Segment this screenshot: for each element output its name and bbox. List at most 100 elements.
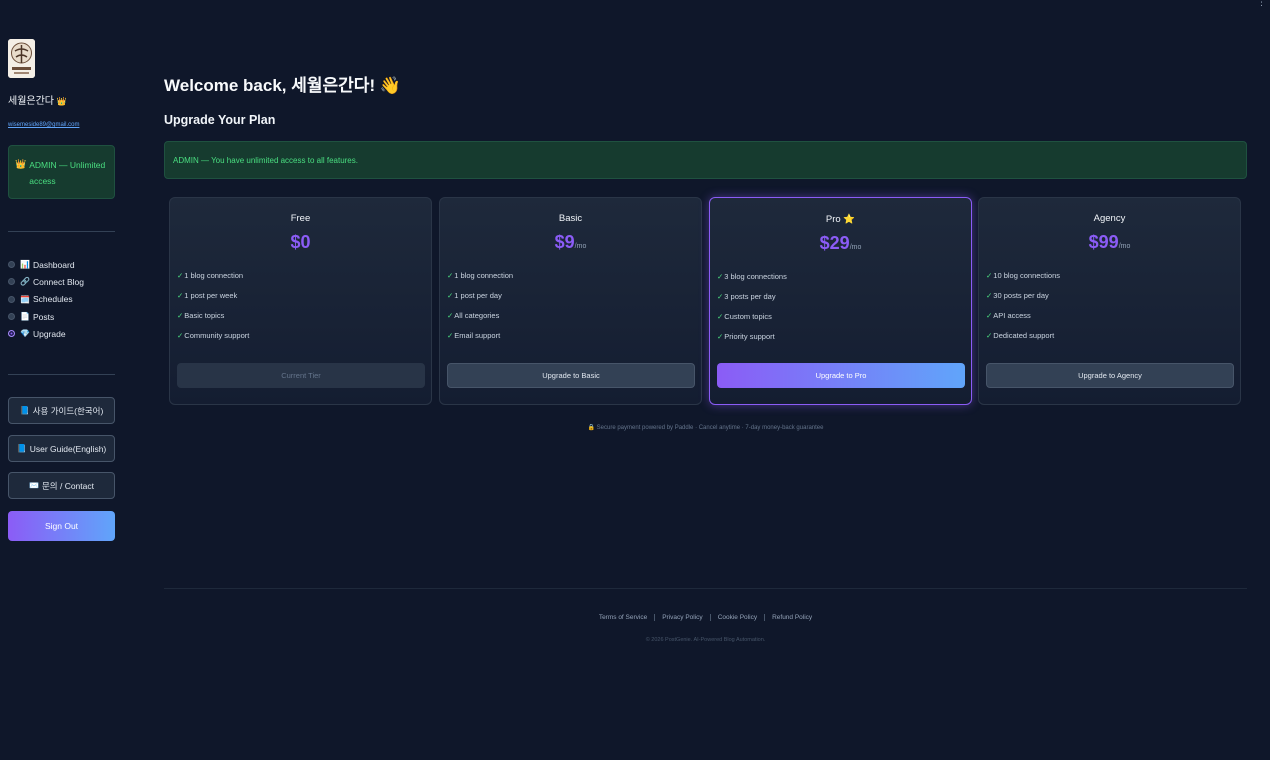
check-icon: ✓ bbox=[986, 271, 993, 280]
feature-item: ✓1 post per day bbox=[447, 291, 513, 311]
sidebar: 세월은간다 👑 wisemeside89@gmail.com 👑 ADMIN —… bbox=[0, 0, 124, 760]
link-icon: 🔗 bbox=[20, 277, 30, 287]
plan-name: Agency bbox=[1093, 213, 1126, 224]
avatar bbox=[8, 39, 35, 78]
feature-text: 1 blog connection bbox=[454, 271, 514, 280]
feature-text: 1 post per day bbox=[454, 291, 502, 300]
check-icon: ✓ bbox=[447, 271, 454, 280]
feature-text: Custom topics bbox=[724, 312, 772, 321]
footer-link-terms[interactable]: Terms of Service bbox=[592, 614, 654, 621]
feature-text: 1 post per week bbox=[184, 291, 238, 300]
secure-payment-note: 🔒 Secure payment powered by Paddle · Can… bbox=[587, 425, 824, 431]
username: 세월은간다 👑 bbox=[8, 92, 67, 107]
user-guide-korean-button[interactable]: 📘 사용 가이드(한국어) bbox=[8, 397, 115, 424]
user-email: wisemeside89@gmail.com bbox=[8, 122, 80, 128]
feature-item: ✓Basic topics bbox=[177, 311, 249, 331]
plan-price: $0 bbox=[170, 232, 431, 253]
plan-price: $29/mo bbox=[710, 233, 971, 254]
button-label: 문의 / Contact bbox=[41, 480, 94, 491]
feature-text: 1 blog connection bbox=[184, 271, 244, 280]
admin-status-text: ADMIN — Unlimited access bbox=[29, 160, 106, 186]
plan-price: $99/mo bbox=[979, 232, 1240, 253]
plan-card-pro: Pro ⭐ $29/mo ✓3 blog connections ✓3 post… bbox=[709, 197, 972, 405]
check-icon: ✓ bbox=[447, 291, 454, 300]
sidebar-item-label: Posts bbox=[32, 311, 55, 322]
check-icon: ✓ bbox=[986, 311, 993, 320]
feature-item: ✓Custom topics bbox=[717, 312, 787, 332]
check-icon: ✓ bbox=[177, 331, 184, 340]
sidebar-item-upgrade[interactable]: 💎 Upgrade bbox=[8, 325, 118, 342]
footer-link-refund[interactable]: Refund Policy bbox=[764, 614, 819, 621]
feature-item: ✓API access bbox=[986, 311, 1060, 331]
feature-item: ✓1 blog connection bbox=[447, 271, 513, 291]
feature-text: 3 blog connections bbox=[724, 272, 787, 281]
user-guide-english-button[interactable]: 📘 User Guide(English) bbox=[8, 435, 115, 462]
radio-indicator bbox=[8, 313, 15, 321]
footer-link-cookie[interactable]: Cookie Policy bbox=[709, 614, 764, 621]
gem-icon: 💎 bbox=[20, 329, 30, 339]
footer-divider bbox=[164, 588, 1247, 589]
check-icon: ✓ bbox=[177, 271, 184, 280]
sidebar-item-posts[interactable]: 📄 Posts bbox=[8, 308, 118, 325]
price-period: /mo bbox=[849, 244, 862, 251]
feature-text: Dedicated support bbox=[993, 331, 1055, 340]
radio-indicator bbox=[8, 278, 15, 286]
section-title: Upgrade Your Plan bbox=[164, 113, 276, 127]
sidebar-item-dashboard[interactable]: 📊 Dashboard bbox=[8, 256, 118, 273]
feature-item: ✓All categories bbox=[447, 311, 513, 331]
feature-text: API access bbox=[993, 311, 1031, 320]
feature-item: ✓Email support bbox=[447, 331, 513, 351]
footer-links: Terms of Service Privacy Policy Cookie P… bbox=[164, 614, 1247, 621]
admin-status-box: 👑 ADMIN — Unlimited access bbox=[8, 145, 115, 199]
feature-list: ✓10 blog connections ✓30 posts per day ✓… bbox=[986, 271, 1060, 351]
price-amount: $0 bbox=[290, 232, 311, 252]
feature-item: ✓3 blog connections bbox=[717, 272, 787, 292]
price-amount: $29 bbox=[819, 233, 850, 253]
sidebar-item-schedules[interactable]: 🗓️ Schedules bbox=[8, 291, 118, 308]
feature-text: Basic topics bbox=[184, 311, 225, 320]
feature-item: ✓1 post per week bbox=[177, 291, 249, 311]
check-icon: ✓ bbox=[177, 291, 184, 300]
admin-banner: ADMIN — You have unlimited access to all… bbox=[164, 141, 1247, 179]
plan-name: Basic bbox=[558, 213, 583, 224]
button-label: User Guide(English) bbox=[29, 443, 107, 454]
contact-button[interactable]: ✉️ 문의 / Contact bbox=[8, 472, 115, 499]
check-icon: ✓ bbox=[447, 311, 454, 320]
price-amount: $99 bbox=[1088, 232, 1119, 252]
plan-price: $9/mo bbox=[440, 232, 701, 253]
check-icon: ✓ bbox=[717, 272, 724, 281]
feature-list: ✓1 blog connection ✓1 post per day ✓All … bbox=[447, 271, 513, 351]
sidebar-item-label: Dashboard bbox=[32, 259, 75, 270]
plan-card-free: Free $0 ✓1 blog connection ✓1 post per w… bbox=[169, 197, 432, 405]
current-tier-button[interactable]: Current Tier bbox=[177, 363, 425, 388]
book-icon: 📘 bbox=[16, 444, 27, 453]
book-icon: 📘 bbox=[19, 406, 30, 415]
upgrade-agency-button[interactable]: Upgrade to Agency bbox=[986, 363, 1234, 388]
username-text: 세월은간다 bbox=[8, 96, 54, 107]
price-period: /mo bbox=[1118, 243, 1131, 250]
radio-indicator-selected bbox=[8, 330, 15, 338]
sidebar-item-connect-blog[interactable]: 🔗 Connect Blog bbox=[8, 273, 118, 290]
sidebar-item-label: Upgrade bbox=[32, 328, 66, 339]
footer-link-privacy[interactable]: Privacy Policy bbox=[654, 614, 709, 621]
check-icon: ✓ bbox=[986, 291, 993, 300]
plan-card-agency: Agency $99/mo ✓10 blog connections ✓30 p… bbox=[978, 197, 1241, 405]
upgrade-basic-button[interactable]: Upgrade to Basic bbox=[447, 363, 695, 388]
check-icon: ✓ bbox=[717, 312, 724, 321]
sidebar-divider bbox=[8, 231, 115, 232]
check-icon: ✓ bbox=[447, 331, 454, 340]
feature-text: 3 posts per day bbox=[724, 292, 776, 301]
price-period: /mo bbox=[574, 243, 587, 250]
kebab-menu-icon[interactable]: ⋮ bbox=[1257, 0, 1266, 7]
sidebar-item-label: Connect Blog bbox=[32, 276, 85, 287]
plan-name: Pro ⭐ bbox=[825, 214, 856, 225]
chart-icon: 📊 bbox=[20, 260, 30, 270]
feature-text: Email support bbox=[454, 331, 501, 340]
sign-out-button[interactable]: Sign Out bbox=[8, 511, 115, 541]
feature-item: ✓3 posts per day bbox=[717, 292, 787, 312]
upgrade-pro-button[interactable]: Upgrade to Pro bbox=[717, 363, 965, 388]
feature-text: Priority support bbox=[724, 332, 775, 341]
calendar-icon: 🗓️ bbox=[20, 294, 30, 304]
feature-text: Community support bbox=[184, 331, 250, 340]
crown-icon: 👑 bbox=[15, 159, 27, 169]
